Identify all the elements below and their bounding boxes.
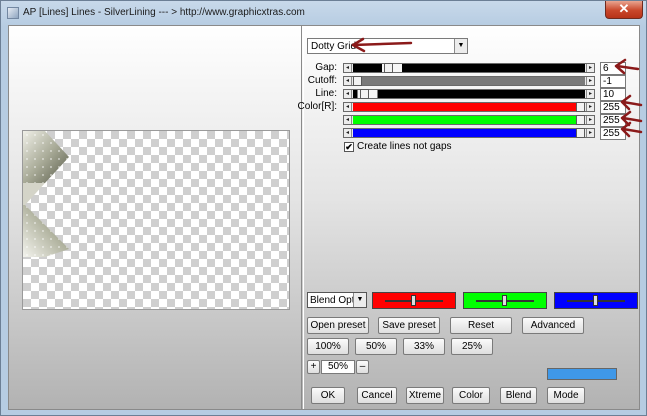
advanced-button[interactable]: Advanced bbox=[522, 317, 584, 334]
app-icon bbox=[7, 7, 19, 19]
zoom-out-button[interactable]: – bbox=[356, 360, 369, 374]
zoom-25-button[interactable]: 25% bbox=[451, 338, 493, 355]
blue-blend-thumb[interactable] bbox=[593, 295, 598, 306]
param-value-field[interactable]: 255 bbox=[600, 101, 626, 114]
close-button[interactable]: ✕ bbox=[605, 1, 643, 19]
param-slider[interactable]: ◂ ▸ bbox=[343, 115, 595, 125]
slider-right-arrow-icon[interactable]: ▸ bbox=[586, 90, 594, 98]
slider-left-arrow-icon[interactable]: ◂ bbox=[344, 116, 352, 124]
slider-left-arrow-icon[interactable]: ◂ bbox=[344, 64, 352, 72]
preset-dropdown[interactable]: Dotty Grid ▼ bbox=[307, 38, 468, 54]
zoom-in-button[interactable]: + bbox=[307, 360, 320, 374]
param-value-field[interactable]: 10 bbox=[600, 88, 626, 101]
blend-options-value: Blend Options bbox=[310, 295, 353, 306]
ok-button[interactable]: OK bbox=[311, 387, 345, 404]
xtreme-button[interactable]: Xtreme bbox=[406, 387, 444, 404]
param-label: Gap: bbox=[315, 62, 337, 73]
zoom-100-button[interactable]: 100% bbox=[307, 338, 349, 355]
param-value-field[interactable]: -1 bbox=[600, 75, 626, 88]
param-slider[interactable]: ◂ ▸ bbox=[343, 89, 595, 99]
preview-shape-mid bbox=[23, 183, 45, 205]
slider-right-arrow-icon[interactable]: ▸ bbox=[586, 77, 594, 85]
title-bar: AP [Lines] Lines - SilverLining --- > ht… bbox=[1, 1, 646, 25]
slider-right-arrow-icon[interactable]: ▸ bbox=[586, 64, 594, 72]
accent-color-swatch[interactable] bbox=[547, 368, 617, 380]
slider-left-arrow-icon[interactable]: ◂ bbox=[344, 77, 352, 85]
slider-thumb[interactable] bbox=[359, 89, 369, 99]
create-lines-checkbox-label[interactable]: Create lines not gaps bbox=[357, 141, 452, 152]
blue-blend-slider[interactable] bbox=[567, 295, 625, 306]
slider-track[interactable] bbox=[353, 102, 585, 112]
slider-track[interactable] bbox=[353, 63, 585, 73]
chevron-down-icon[interactable]: ▼ bbox=[454, 39, 467, 53]
red-blend-thumb[interactable] bbox=[411, 295, 416, 306]
blend-options-dropdown[interactable]: Blend Options ▼ bbox=[307, 292, 367, 308]
param-slider[interactable]: ◂ ▸ bbox=[343, 63, 595, 73]
slider-track[interactable] bbox=[353, 89, 585, 99]
slider-right-arrow-icon[interactable]: ▸ bbox=[586, 129, 594, 137]
reset-button[interactable]: Reset bbox=[450, 317, 512, 334]
green-blend-box[interactable] bbox=[463, 292, 547, 309]
preview-graphic bbox=[23, 131, 69, 257]
close-icon: ✕ bbox=[618, 1, 630, 16]
param-label: Color[R]: bbox=[297, 101, 337, 112]
dialog-client-area: Dotty Grid ▼ Gap: ◂ ▸ 6 Cutoff: ◂ ▸ -1 L… bbox=[8, 25, 640, 410]
green-blend-thumb[interactable] bbox=[502, 295, 507, 306]
slider-thumb[interactable] bbox=[353, 76, 362, 86]
window-title: AP [Lines] Lines - SilverLining --- > ht… bbox=[23, 7, 305, 18]
param-value-field[interactable]: 255 bbox=[600, 127, 626, 140]
slider-thumb[interactable] bbox=[576, 115, 585, 125]
param-slider[interactable]: ◂ ▸ bbox=[343, 102, 595, 112]
slider-right-arrow-icon[interactable]: ▸ bbox=[586, 116, 594, 124]
slider-thumb[interactable] bbox=[384, 63, 394, 73]
plugin-window: AP [Lines] Lines - SilverLining --- > ht… bbox=[0, 0, 647, 416]
green-blend-slider[interactable] bbox=[476, 295, 534, 306]
param-label: Cutoff: bbox=[307, 75, 337, 86]
zoom-50-button[interactable]: 50% bbox=[355, 338, 397, 355]
blue-blend-box[interactable] bbox=[554, 292, 638, 309]
red-blend-slider[interactable] bbox=[385, 295, 443, 306]
param-value-field[interactable]: 255 bbox=[600, 114, 626, 127]
slider-track[interactable] bbox=[353, 115, 585, 125]
slider-left-arrow-icon[interactable]: ◂ bbox=[344, 129, 352, 137]
color-button[interactable]: Color bbox=[452, 387, 490, 404]
create-lines-checkbox[interactable]: ✔ bbox=[344, 142, 354, 152]
cancel-button[interactable]: Cancel bbox=[357, 387, 397, 404]
slider-right-arrow-icon[interactable]: ▸ bbox=[586, 103, 594, 111]
slider-left-arrow-icon[interactable]: ◂ bbox=[344, 90, 352, 98]
param-value-field[interactable]: 6 bbox=[600, 62, 626, 75]
slider-left-arrow-icon[interactable]: ◂ bbox=[344, 103, 352, 111]
preview-canvas[interactable] bbox=[22, 130, 290, 310]
slider-track[interactable] bbox=[353, 128, 585, 138]
param-slider[interactable]: ◂ ▸ bbox=[343, 128, 595, 138]
slider-thumb[interactable] bbox=[576, 102, 585, 112]
mode-button[interactable]: Mode bbox=[547, 387, 585, 404]
slider-thumb[interactable] bbox=[576, 128, 585, 138]
save-preset-button[interactable]: Save preset bbox=[378, 317, 440, 334]
checkmark-icon: ✔ bbox=[345, 142, 353, 152]
blend-button[interactable]: Blend bbox=[500, 387, 537, 404]
param-label: Line: bbox=[315, 88, 337, 99]
zoom-33-button[interactable]: 33% bbox=[403, 338, 445, 355]
slider-track[interactable] bbox=[353, 76, 585, 86]
zoom-value-field[interactable]: 50% bbox=[321, 360, 355, 374]
param-slider[interactable]: ◂ ▸ bbox=[343, 76, 595, 86]
open-preset-button[interactable]: Open preset bbox=[307, 317, 369, 334]
chevron-down-icon[interactable]: ▼ bbox=[353, 293, 366, 307]
red-blend-box[interactable] bbox=[372, 292, 456, 309]
preset-dropdown-value: Dotty Grid bbox=[311, 41, 357, 52]
